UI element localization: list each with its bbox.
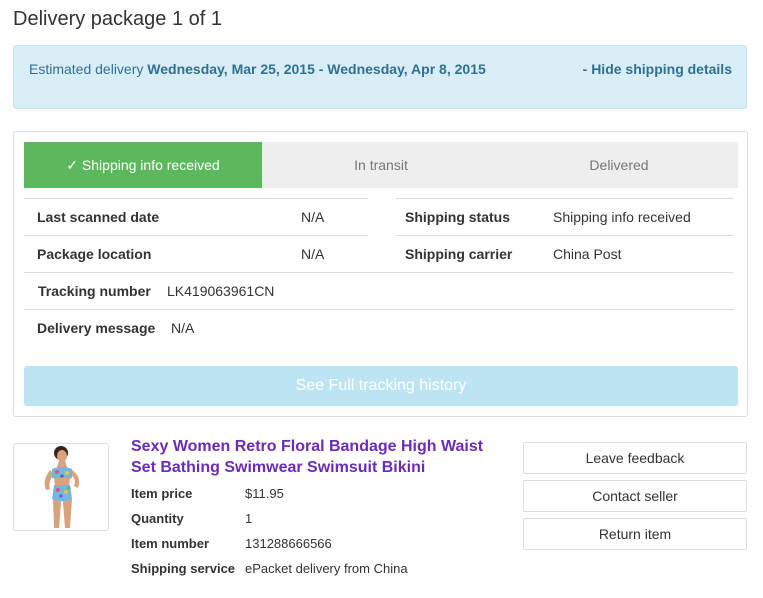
step-in-transit: In transit [354,157,408,173]
shipping-status-value: Shipping info received [553,209,691,225]
quantity-row: Quantity 1 [131,511,252,526]
package-location-label: Package location [37,246,152,262]
tracking-number-value: LK419063961CN [167,283,275,299]
item-number-value: 131288666566 [245,536,332,551]
estimated-delivery-banner: Estimated delivery Wednesday, Mar 25, 20… [13,45,747,109]
shipping-service-value: ePacket delivery from China [245,561,408,576]
tracking-number-row: Tracking number LK419063961CN [24,272,734,309]
item-price-label: Item price [131,486,193,501]
swimsuit-image [14,444,108,530]
return-item-button[interactable]: Return item [523,518,747,550]
hide-shipping-details-link[interactable]: - Hide shipping details [583,61,732,77]
package-location-value: N/A [301,246,325,262]
item-number-row: Item number 131288666566 [131,536,332,551]
leave-feedback-button[interactable]: Leave feedback [523,442,747,474]
shipping-service-row: Shipping service ePacket delivery from C… [131,561,408,576]
step-shipping-info-received: ✓ Shipping info received [24,142,262,188]
shipping-status-row: Shipping status Shipping info received [396,198,734,235]
last-scanned-value: N/A [301,209,325,225]
item-price-value: $11.95 [245,486,284,501]
tracking-panel: ✓ Shipping info received In transit Deli… [13,131,748,417]
full-tracking-history-button[interactable]: See Full tracking history [24,366,738,406]
estimated-delivery-text: Estimated delivery Wednesday, Mar 25, 20… [29,61,489,78]
estimated-delivery-range: Wednesday, Mar 25, 2015 - Wednesday, Apr… [147,61,486,77]
delivery-message-row: Delivery message N/A [24,309,734,346]
quantity-label: Quantity [131,511,184,526]
delivery-message-label: Delivery message [37,320,156,336]
delivery-message-value: N/A [171,320,195,336]
item-title-link[interactable]: Sexy Women Retro Floral Bandage High Wai… [131,436,501,478]
last-scanned-row: Last scanned date N/A [24,198,368,235]
page-title: Delivery package 1 of 1 [13,8,223,30]
shipping-carrier-row: Shipping carrier China Post [396,235,734,272]
step-delivered: Delivered [589,157,649,173]
shipping-carrier-value: China Post [553,246,622,262]
item-number-label: Item number [131,536,210,551]
last-scanned-label: Last scanned date [37,209,160,225]
quantity-value: 1 [245,511,253,526]
package-location-row: Package location N/A [24,235,368,272]
shipping-progress-bar: ✓ Shipping info received In transit Deli… [24,142,738,188]
estimated-delivery-prefix: Estimated delivery [29,61,148,77]
tracking-number-label: Tracking number [38,283,151,299]
item-price-row: Item price $11.95 [131,486,284,501]
shipping-status-label: Shipping status [405,209,510,225]
shipping-service-label: Shipping service [131,561,236,576]
contact-seller-button[interactable]: Contact seller [523,480,747,512]
shipping-carrier-label: Shipping carrier [405,246,513,262]
item-thumbnail[interactable] [13,443,109,531]
